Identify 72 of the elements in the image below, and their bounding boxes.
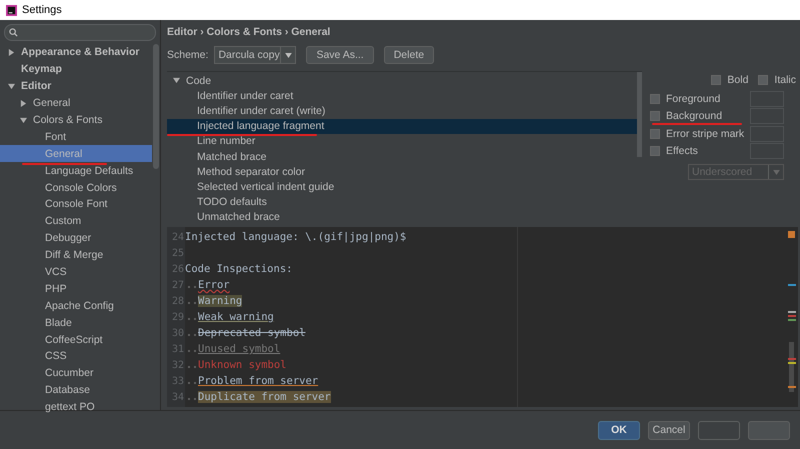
attribute-item[interactable]: Method separator color [167,164,637,180]
scheme-dropdown[interactable]: Darcula copy [214,46,296,64]
style-checkbox[interactable]: Bold [711,74,748,86]
attribute-item[interactable]: Unmatched brace [167,210,637,225]
tree-item[interactable]: Appearance & Behavior [0,44,152,61]
scheme-button[interactable]: Save As... [306,46,374,64]
stripe-marker [788,315,796,317]
stripe-marker [788,386,796,388]
code-text: Weak warning [186,311,274,323]
attribute-item[interactable]: Matched brace [167,148,637,164]
tree-item[interactable]: PHP [0,280,152,298]
dialog-button[interactable] [698,420,740,440]
scheme-label: Scheme: [167,49,208,61]
tree-item[interactable]: Colors & Fonts [0,112,152,128]
scheme-button[interactable]: Delete [384,46,434,64]
code-text: Unused symbol [186,343,280,355]
stripe-marker [788,319,796,321]
tree-item[interactable]: Editor [0,78,152,95]
code-text: Unknown symbol [186,359,287,371]
color-checkbox[interactable]: Error stripe mark [650,128,744,140]
tree-item[interactable]: Console Colors [0,179,152,196]
attribute-item[interactable]: Injected language fragment [167,118,637,134]
tree-item[interactable]: Cucumber [0,364,152,382]
attribute-item[interactable]: Code [167,73,637,88]
color-checkbox[interactable]: Effects [650,145,698,158]
search-icon [9,28,18,37]
stripe-marker [788,311,796,313]
attribute-item[interactable]: Line number [167,134,637,149]
breadcrumb: Editor › Colors & Fonts › General [167,25,332,40]
attribute-item[interactable]: TODO defaults [167,194,637,210]
style-checkbox[interactable]: Italic [758,74,796,86]
color-checkbox[interactable]: Background [650,110,722,122]
code-text: Duplicate from server [186,391,331,403]
tree-item[interactable]: Diff & Merge [0,246,152,264]
code-text: Deprecated symbol [186,327,306,339]
tree-item[interactable]: VCS [0,264,152,280]
attribute-item[interactable]: Identifier under caret (write) [167,103,637,119]
app-icon [6,4,17,16]
code-text: Code Inspections: [185,263,292,275]
dialog-button[interactable]: OK [598,420,640,440]
code-text: Injected language: \.(gif|jpg|png)$ [185,231,406,243]
tree-item[interactable]: CoffeeScript [0,331,152,348]
code-text: Warning [186,295,242,307]
tree-item[interactable]: Blade [0,314,152,332]
window-title: Settings [22,4,62,16]
stripe-marker [788,358,796,360]
tree-item[interactable]: Console Font [0,196,152,213]
tree-item[interactable]: Debugger [0,230,152,247]
caret-icon [772,170,780,174]
tree-item[interactable]: Language Defaults [0,162,152,180]
tree-item[interactable]: Apache Config [0,297,152,314]
code-text: Problem from server [186,375,318,387]
stripe-marker [788,284,796,286]
attribute-item[interactable]: Identifier under caret [167,88,637,104]
tree-item[interactable]: Keymap [0,60,152,78]
tree-item[interactable]: General [0,94,152,112]
attribute-item[interactable]: Selected vertical indent guide [167,179,637,194]
code-text: Error [186,279,230,291]
tree-item[interactable]: Custom [0,212,152,230]
color-checkbox[interactable]: Foreground [650,92,720,105]
search-field[interactable] [4,24,156,41]
tree-item[interactable]: CSS [0,348,152,365]
status-marker [788,231,795,238]
caret-icon [284,52,292,58]
tree-item[interactable]: gettext PO [0,398,152,416]
stripe-marker [788,362,796,364]
scrollbar[interactable] [637,72,642,157]
tree-item[interactable]: Database [0,382,152,399]
dialog-button[interactable]: Cancel [648,420,690,440]
scrollbar[interactable] [153,44,159,169]
tree-item[interactable]: Font [0,128,152,146]
dialog-button[interactable] [748,420,790,440]
